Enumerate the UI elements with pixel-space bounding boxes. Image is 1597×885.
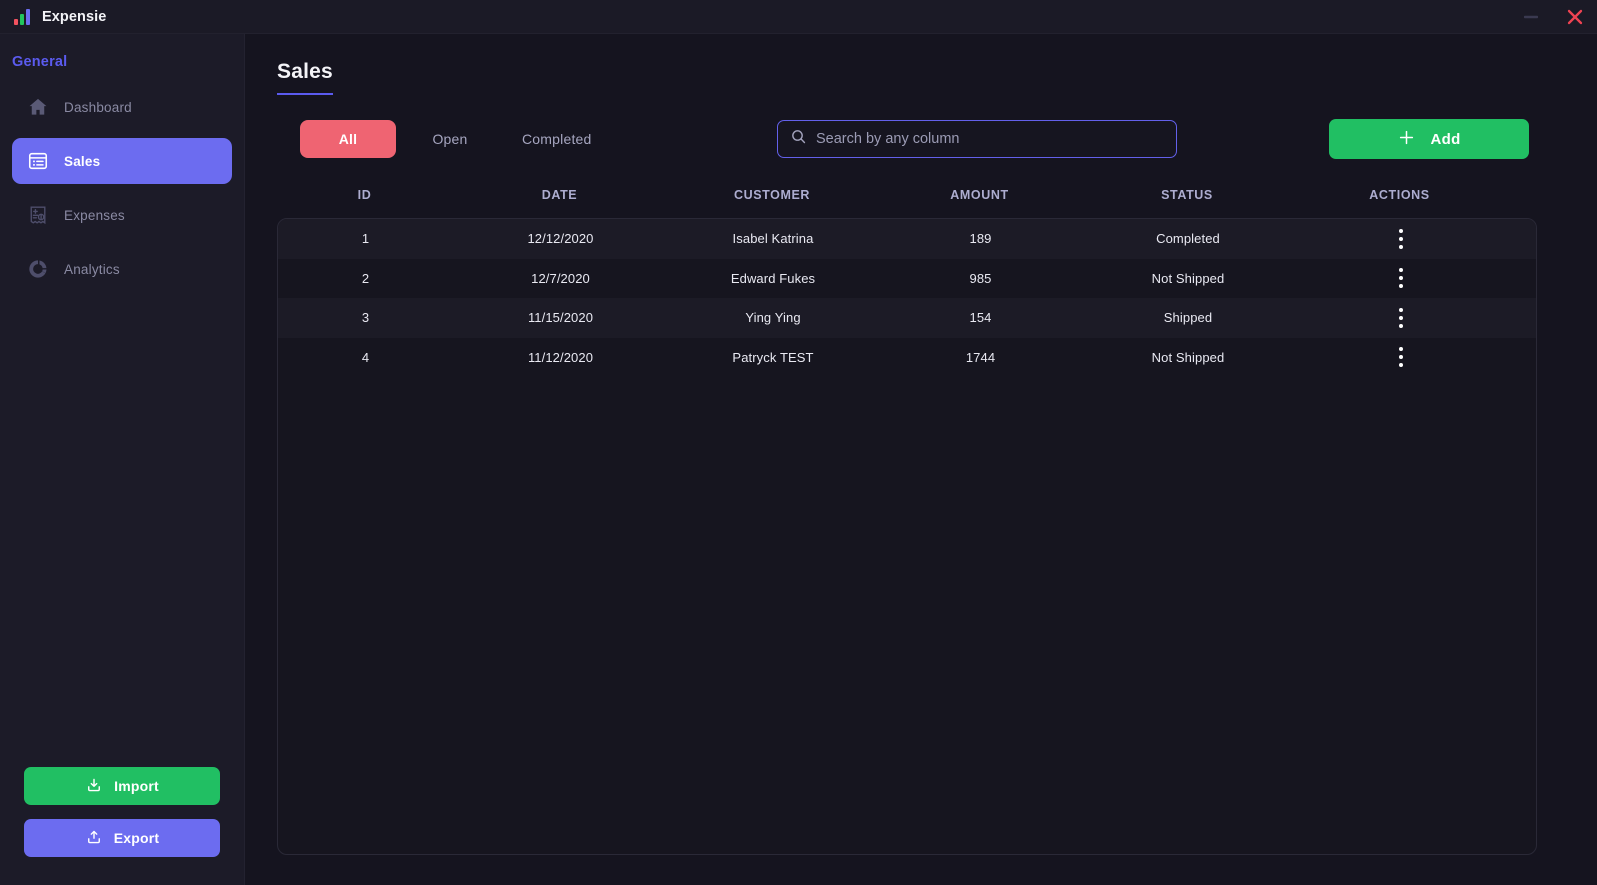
import-button-label: Import [114, 778, 159, 794]
home-icon [26, 95, 50, 119]
cell-status: Completed [1156, 231, 1220, 247]
close-icon [1567, 9, 1583, 25]
cell-date: 12/12/2020 [527, 231, 594, 247]
cell-date: 12/7/2020 [531, 270, 590, 286]
table-row[interactable]: 1 12/12/2020 Isabel Katrina 189 Complete… [278, 219, 1536, 259]
import-tray-icon [85, 776, 103, 797]
cell-actions [1293, 225, 1508, 253]
page-title-underline [277, 93, 333, 95]
cell-date: 11/12/2020 [527, 349, 594, 365]
body-container: General Dashboard Sales Expenses Analyti… [0, 34, 1597, 885]
column-header-customer: CUSTOMER [733, 188, 811, 202]
cell-id: 2 [361, 270, 370, 286]
donut-chart-icon [26, 257, 50, 281]
kebab-menu-icon[interactable] [1389, 304, 1413, 332]
cell-id: 3 [361, 310, 370, 326]
export-tray-icon [85, 828, 103, 849]
search-box[interactable] [777, 120, 1177, 158]
page-title-container: Sales [277, 60, 333, 95]
cell-id: 4 [361, 349, 370, 365]
column-header-amount: AMOUNT [950, 188, 1009, 202]
column-header-date: DATE [541, 188, 578, 202]
toolbar: All Open Completed Search by any column … [277, 118, 1537, 160]
kebab-menu-icon[interactable] [1389, 225, 1413, 253]
sidebar-section-title: General [12, 54, 68, 70]
export-button-label: Export [113, 830, 160, 846]
table-row[interactable]: 4 11/12/2020 Patryck TEST 1744 Not Shipp… [278, 337, 1536, 377]
filter-tabs: All Open Completed [300, 120, 610, 158]
sidebar-item-expenses[interactable]: Expenses [12, 192, 232, 238]
page-title: Sales [277, 60, 333, 83]
cell-customer: Ying Ying [745, 310, 801, 326]
table-container: 1 12/12/2020 Isabel Katrina 189 Complete… [277, 218, 1537, 855]
cell-id: 1 [361, 231, 370, 247]
table-row[interactable]: 2 12/7/2020 Edward Fukes 985 Not Shipped [278, 258, 1536, 298]
sidebar-actions: Import Export [0, 767, 244, 885]
column-header-actions: ACTIONS [1369, 188, 1430, 202]
plus-icon [1397, 128, 1416, 151]
import-button[interactable]: Import [24, 767, 220, 805]
bar-chart-logo-icon [14, 8, 30, 25]
table-header-row: ID DATE CUSTOMER AMOUNT STATUS ACTIONS [277, 182, 1537, 208]
add-button-label: Add [1430, 130, 1461, 148]
app-title: Expensie [42, 8, 107, 25]
search-input[interactable] [816, 131, 1164, 147]
sidebar-item-label: Sales [64, 153, 101, 169]
sidebar-item-analytics[interactable]: Analytics [12, 246, 232, 292]
table-row[interactable]: 3 11/15/2020 Ying Ying 154 Shipped [278, 298, 1536, 338]
sidebar-item-label: Expenses [64, 207, 125, 223]
sidebar-item-label: Analytics [64, 261, 120, 277]
cell-status: Shipped [1163, 310, 1213, 326]
receipt-icon [26, 203, 50, 227]
cell-status: Not Shipped [1151, 349, 1225, 365]
title-bar-brand: Expensie [14, 8, 107, 25]
cell-actions [1293, 264, 1508, 292]
tab-all[interactable]: All [300, 120, 396, 158]
column-header-status: STATUS [1161, 188, 1213, 202]
window-controls [1509, 0, 1597, 34]
cell-date: 11/15/2020 [527, 310, 594, 326]
cell-amount: 154 [969, 310, 992, 326]
export-button[interactable]: Export [24, 819, 220, 857]
sidebar: General Dashboard Sales Expenses Analyti… [0, 34, 245, 885]
sidebar-item-sales[interactable]: Sales [12, 138, 232, 184]
cell-customer: Isabel Katrina [732, 231, 814, 247]
close-button[interactable] [1553, 0, 1597, 34]
cell-actions [1293, 304, 1508, 332]
kebab-menu-icon[interactable] [1389, 264, 1413, 292]
cell-customer: Edward Fukes [730, 270, 816, 286]
add-button[interactable]: Add [1329, 119, 1529, 159]
cell-customer: Patryck TEST [732, 349, 814, 365]
tab-open[interactable]: Open [402, 120, 498, 158]
minimize-icon [1524, 15, 1538, 19]
kebab-menu-icon[interactable] [1389, 343, 1413, 371]
sidebar-nav-list: Dashboard Sales Expenses Analytics [0, 84, 244, 292]
tab-completed[interactable]: Completed [504, 120, 610, 158]
cell-amount: 1744 [965, 349, 996, 365]
search-icon [790, 128, 807, 150]
minimize-button[interactable] [1509, 0, 1553, 34]
title-bar: Expensie [0, 0, 1597, 34]
cell-amount: 189 [969, 231, 992, 247]
column-header-id: ID [357, 188, 372, 202]
cell-actions [1293, 343, 1508, 371]
cell-amount: 985 [969, 270, 992, 286]
sidebar-item-dashboard[interactable]: Dashboard [12, 84, 232, 130]
cell-status: Not Shipped [1151, 270, 1225, 286]
sidebar-item-label: Dashboard [64, 99, 132, 115]
list-icon [26, 149, 50, 173]
application-window: Expensie General Dashboard Sales Expense… [0, 0, 1597, 885]
main-content: Sales All Open Completed Search by any c… [245, 34, 1597, 885]
